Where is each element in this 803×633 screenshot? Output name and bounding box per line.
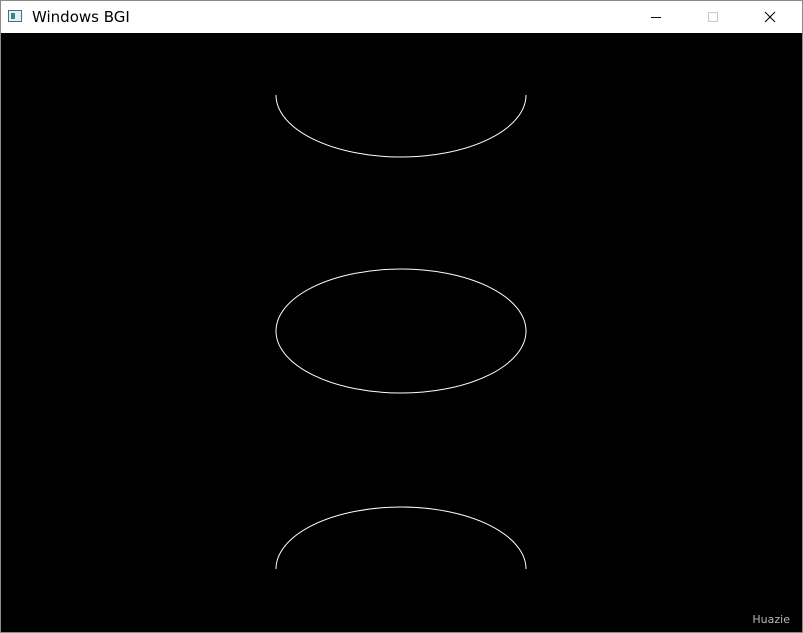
window-app-icon[interactable] (8, 10, 22, 22)
close-button[interactable] (747, 1, 793, 33)
title-bar[interactable]: Windows BGI (1, 1, 802, 33)
window-title: Windows BGI (32, 8, 130, 26)
bgi-drawing-canvas[interactable]: Huazie (1, 33, 802, 632)
maximize-button (690, 1, 736, 33)
minimize-button[interactable] (633, 1, 679, 33)
maximize-icon (708, 12, 718, 22)
watermark-text: Huazie (752, 613, 790, 626)
full-ellipse (275, 268, 527, 394)
close-icon (764, 11, 776, 23)
drawing-surface (275, 94, 527, 570)
app-window: Windows BGI Huazie (0, 0, 803, 633)
lower-half-ellipse (275, 94, 527, 158)
upper-half-ellipse (275, 506, 527, 570)
minimize-icon (651, 17, 661, 18)
